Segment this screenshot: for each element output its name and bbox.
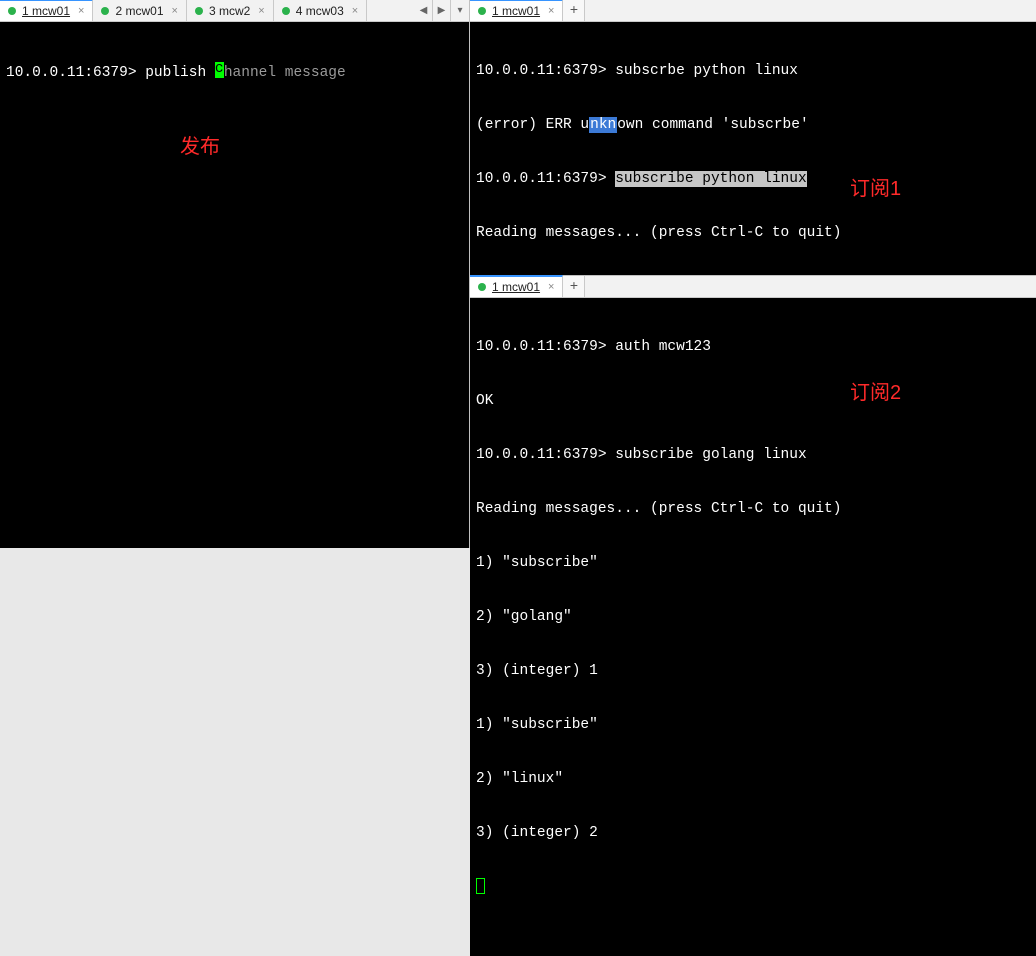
- terminal-line: 10.0.0.11:6379> subscribe python linux: [476, 170, 1030, 188]
- text-selection: subscribe python linux: [615, 171, 806, 187]
- right-top-tabbar: 1 mcw01 × +: [470, 0, 1036, 22]
- ime-selection: nkn: [589, 117, 617, 133]
- terminal-line: 3) (integer) 1: [476, 662, 1030, 680]
- tabs-dropdown-icon[interactable]: ▾: [451, 0, 469, 21]
- terminal-line: 3) (integer) 2: [476, 824, 1030, 842]
- new-tab-button[interactable]: +: [563, 0, 585, 21]
- tab-3-mcw2[interactable]: 3 mcw2 ×: [187, 0, 274, 21]
- annotation-publish: 发布: [180, 138, 220, 156]
- tab-label: 3 mcw2: [209, 4, 250, 18]
- left-tabbar: 1 mcw01 × 2 mcw01 × 3 mcw2 × 4 mcw03 × ◀…: [0, 0, 469, 22]
- terminal-line: 10.0.0.11:6379> subscrbe python linux: [476, 62, 1030, 80]
- terminal-line: 2) "linux": [476, 770, 1030, 788]
- tab-2-mcw01[interactable]: 2 mcw01 ×: [93, 0, 186, 21]
- cursor-icon: [476, 878, 485, 894]
- right-bottom-terminal[interactable]: 10.0.0.11:6379> auth mcw123 OK 10.0.0.11…: [470, 298, 1036, 956]
- status-dot-icon: [8, 7, 16, 15]
- tab-label: 4 mcw03: [296, 4, 344, 18]
- tab-label: 2 mcw01: [115, 4, 163, 18]
- left-pane: 1 mcw01 × 2 mcw01 × 3 mcw2 × 4 mcw03 × ◀…: [0, 0, 470, 548]
- terminal-line: [476, 878, 1030, 898]
- prompt: 10.0.0.11:6379>: [6, 65, 145, 81]
- close-icon[interactable]: ×: [548, 5, 554, 17]
- terminal-line: Reading messages... (press Ctrl-C to qui…: [476, 500, 1030, 518]
- tabs-scroll-left-icon[interactable]: ◀: [415, 0, 433, 21]
- tab-1-mcw01[interactable]: 1 mcw01 ×: [470, 0, 563, 21]
- right-bottom-pane: 1 mcw01 × + 10.0.0.11:6379> auth mcw123 …: [470, 276, 1036, 956]
- right-bottom-tabbar: 1 mcw01 × +: [470, 276, 1036, 298]
- right-pane: 1 mcw01 × + 10.0.0.11:6379> subscrbe pyt…: [470, 0, 1036, 548]
- terminal-line: 1) "subscribe": [476, 554, 1030, 572]
- status-dot-icon: [478, 7, 486, 15]
- terminal-line: 2) "golang": [476, 608, 1030, 626]
- status-dot-icon: [195, 7, 203, 15]
- close-icon[interactable]: ×: [258, 5, 264, 17]
- tab-1-mcw01[interactable]: 1 mcw01 ×: [470, 275, 563, 297]
- ghost-suggestion: hannel message: [224, 65, 346, 81]
- close-icon[interactable]: ×: [548, 281, 554, 293]
- terminal-line: Reading messages... (press Ctrl-C to qui…: [476, 224, 1030, 242]
- terminal-line: 1) "subscribe": [476, 716, 1030, 734]
- close-icon[interactable]: ×: [78, 5, 84, 17]
- tab-1-mcw01[interactable]: 1 mcw01 ×: [0, 0, 93, 21]
- terminal-line: OK: [476, 392, 1030, 410]
- right-top-pane: 1 mcw01 × + 10.0.0.11:6379> subscrbe pyt…: [470, 0, 1036, 276]
- status-dot-icon: [282, 7, 290, 15]
- new-tab-button[interactable]: +: [563, 276, 585, 297]
- close-icon[interactable]: ×: [352, 5, 358, 17]
- close-icon[interactable]: ×: [172, 5, 178, 17]
- typed-text: publish: [145, 65, 215, 81]
- right-top-terminal[interactable]: 10.0.0.11:6379> subscrbe python linux (e…: [470, 22, 1036, 275]
- cursor-icon: c: [215, 62, 224, 78]
- tab-label: 1 mcw01: [22, 4, 70, 18]
- left-terminal[interactable]: 10.0.0.11:6379> publish channel message …: [0, 22, 469, 548]
- terminal-line: 10.0.0.11:6379> auth mcw123: [476, 338, 1030, 356]
- status-dot-icon: [478, 283, 486, 291]
- terminal-line: (error) ERR unknown command 'subscrbe': [476, 116, 1030, 134]
- terminal-line: 10.0.0.11:6379> publish channel message: [6, 62, 463, 82]
- status-dot-icon: [101, 7, 109, 15]
- tabs-scroll-right-icon[interactable]: ▶: [433, 0, 451, 21]
- tab-4-mcw03[interactable]: 4 mcw03 ×: [274, 0, 367, 21]
- tab-label: 1 mcw01: [492, 280, 540, 294]
- terminal-line: 10.0.0.11:6379> subscribe golang linux: [476, 446, 1030, 464]
- tab-label: 1 mcw01: [492, 4, 540, 18]
